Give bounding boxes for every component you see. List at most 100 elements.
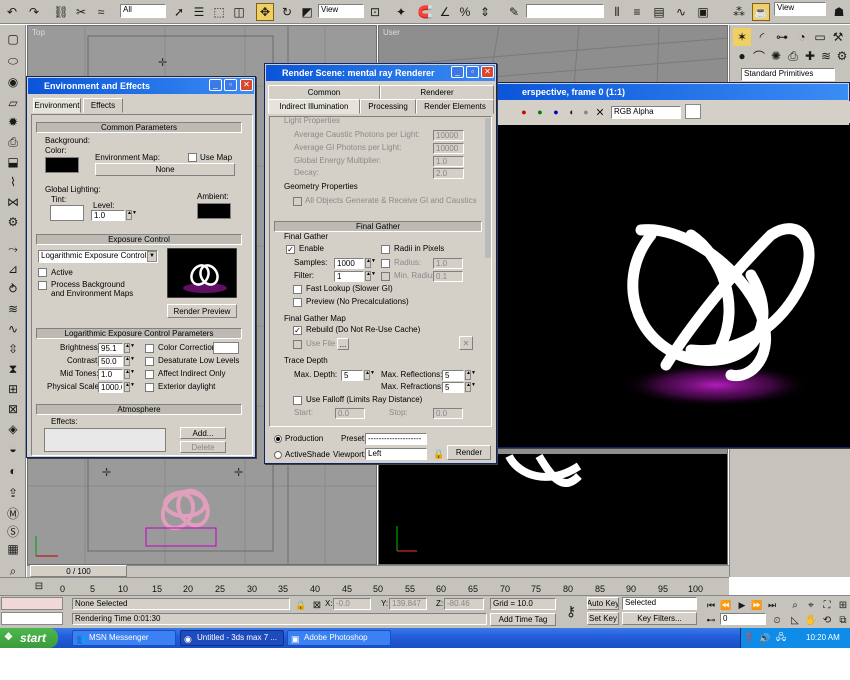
process-bg-checkbox[interactable] xyxy=(38,281,47,290)
key-mode-dropdown[interactable]: Selected xyxy=(622,597,697,610)
region-select-icon[interactable]: ⬚ xyxy=(210,3,228,21)
rollout-atmosphere[interactable]: Atmosphere xyxy=(36,404,242,415)
add-time-tag-button[interactable]: Add Time Tag xyxy=(490,613,556,626)
production-radio[interactable] xyxy=(274,435,282,443)
percent-snap-icon[interactable]: % xyxy=(456,3,474,21)
undo-icon[interactable]: ↶ xyxy=(3,3,21,21)
time-slider[interactable]: 0 / 100 xyxy=(30,565,127,577)
select-link-icon[interactable]: ⛓ xyxy=(52,3,70,21)
utilities-tab-icon[interactable]: ⚒ xyxy=(829,28,847,46)
min-radius-checkbox[interactable] xyxy=(381,272,390,281)
close-button[interactable]: ✕ xyxy=(240,79,253,91)
mirror-icon[interactable]: ⫴ xyxy=(608,3,626,21)
cameras-icon[interactable]: ⎙ xyxy=(784,47,802,65)
bind-spacewarp-icon[interactable]: ≈ xyxy=(92,3,110,21)
modify-tab-icon[interactable]: ◜ xyxy=(753,28,771,46)
lock-icon[interactable]: 🔒 xyxy=(430,445,448,463)
modifier-stretch-icon[interactable]: ⇳ xyxy=(4,340,22,358)
desaturate-checkbox[interactable] xyxy=(145,357,154,366)
render-scene-window[interactable]: Render Scene: mental ray Renderer _ ▫ ✕ … xyxy=(264,63,497,464)
render-type-dropdown[interactable]: View xyxy=(774,2,826,16)
fast-lookup-checkbox[interactable] xyxy=(293,285,302,294)
radii-pixels-checkbox[interactable] xyxy=(381,245,390,254)
network-icon[interactable]: 🖧 xyxy=(772,629,790,647)
max-refractions-field[interactable]: 5 xyxy=(442,382,464,393)
midtones-spinner[interactable]: ▲▼ xyxy=(124,369,135,379)
render-minimize-button[interactable]: _ xyxy=(451,66,464,78)
select-by-name-icon[interactable]: ☰ xyxy=(190,3,208,21)
color-correction-swatch[interactable] xyxy=(213,342,239,354)
geometry-icon[interactable]: ● xyxy=(733,47,751,65)
schematic-icon[interactable]: ▣ xyxy=(694,3,712,21)
modifier-twist-icon[interactable]: ⥁ xyxy=(4,280,22,298)
max-depth-spinner[interactable]: ▲▼ xyxy=(364,370,375,380)
create-sphere-icon[interactable]: ◉ xyxy=(4,73,22,91)
snap-icon[interactable]: 🧲 xyxy=(416,3,434,21)
color-swatch[interactable] xyxy=(685,104,701,119)
modifier-lattice-icon[interactable]: ⊠ xyxy=(4,400,22,418)
physical-scale-spinner[interactable]: ▲▼ xyxy=(124,382,135,392)
create-system-icon[interactable]: ⚙ xyxy=(4,213,22,231)
contrast-field[interactable]: 50.0 xyxy=(98,356,123,367)
samples-field[interactable]: 1000 xyxy=(334,258,364,269)
auto-key-button[interactable]: Auto Key xyxy=(587,597,619,610)
modifier-meshsmooth-icon[interactable]: Ⓜ xyxy=(4,504,22,522)
color-correction-checkbox[interactable] xyxy=(145,344,154,353)
rotate-icon[interactable]: ↻ xyxy=(278,3,296,21)
tab-common[interactable]: Common xyxy=(268,85,380,100)
minimize-button[interactable]: _ xyxy=(209,79,222,91)
exterior-daylight-checkbox[interactable] xyxy=(145,383,154,392)
rendered-frame-window[interactable]: erspective, frame 0 (1:1) ● ● ● ◐ ● ✕ RG… xyxy=(490,82,850,448)
energy-field[interactable]: 1.0 xyxy=(433,156,464,167)
modifier-taper-icon[interactable]: ⊿ xyxy=(4,260,22,278)
angle-snap-icon[interactable]: ∠ xyxy=(436,3,454,21)
radius-checkbox[interactable] xyxy=(381,259,390,268)
tab-environment[interactable]: Environment xyxy=(33,98,81,113)
brightness-spinner[interactable]: ▲▼ xyxy=(124,343,135,353)
maximize-viewport-icon[interactable]: ⧉ xyxy=(834,611,850,629)
use-file-checkbox[interactable] xyxy=(293,340,302,349)
render-scene-icon[interactable]: ☕ xyxy=(752,3,770,21)
move-icon[interactable]: ✥ xyxy=(256,3,274,21)
tab-indirect-illumination[interactable]: Indirect Illumination xyxy=(268,99,360,114)
render-close-button[interactable]: ✕ xyxy=(481,66,494,78)
effects-list[interactable] xyxy=(44,428,166,452)
selection-filter-dropdown[interactable]: All xyxy=(120,4,166,18)
create-spacewarp-icon[interactable]: ⋈ xyxy=(4,193,22,211)
tab-effects[interactable]: Effects xyxy=(83,98,123,113)
time-config-icon[interactable]: ⏲ xyxy=(768,611,786,629)
tab-render-elements[interactable]: Render Elements xyxy=(416,99,494,114)
unlink-icon[interactable]: ✂ xyxy=(72,3,90,21)
pivot-icon[interactable]: ⊡ xyxy=(366,3,384,21)
scale-icon[interactable]: ◩ xyxy=(298,3,316,21)
maxscript-icon[interactable]: ▦ xyxy=(4,540,22,558)
create-plane-icon[interactable]: ▱ xyxy=(4,94,22,112)
systems-icon[interactable]: ⚙ xyxy=(833,47,850,65)
max-reflections-spinner[interactable]: ▲▼ xyxy=(465,370,476,380)
create-box-icon[interactable]: ▢ xyxy=(4,30,22,48)
preset-dropdown[interactable]: -------------------- xyxy=(365,433,427,445)
modifier-bend-icon[interactable]: ⤳ xyxy=(4,240,22,258)
clear-icon[interactable]: ✕ xyxy=(591,103,609,121)
brightness-field[interactable]: 95.1 xyxy=(98,343,123,354)
tab-processing[interactable]: Processing xyxy=(360,99,416,114)
set-key-button[interactable]: Set Key xyxy=(587,612,619,625)
use-falloff-checkbox[interactable] xyxy=(293,396,302,405)
named-selection-sets[interactable] xyxy=(526,4,604,18)
rebuild-checkbox[interactable]: ✓ xyxy=(293,326,302,335)
hierarchy-tab-icon[interactable]: ⊶ xyxy=(773,28,791,46)
lights-icon[interactable]: ✺ xyxy=(767,47,785,65)
rollout-exposure-control[interactable]: Exposure Control xyxy=(36,234,242,245)
browse-file-button[interactable]: ... xyxy=(337,338,349,350)
create-tab-icon[interactable]: ✶ xyxy=(733,28,751,46)
rollout-common-parameters[interactable]: Common Parameters xyxy=(36,122,242,133)
add-effect-button[interactable]: Add... xyxy=(180,427,226,439)
viewport-dropdown[interactable]: Left xyxy=(365,448,427,460)
level-field[interactable]: 1.0 xyxy=(91,210,125,221)
clear-file-button[interactable]: ✕ xyxy=(459,336,473,350)
modifier-lathe-icon[interactable]: ◐ xyxy=(4,462,22,480)
taskbar-item-3dsmax[interactable]: ◉ Untitled - 3ds max 7 ... xyxy=(180,630,284,646)
delete-effect-button[interactable]: Delete xyxy=(180,441,226,453)
taskbar-item-photoshop[interactable]: ▣ Adobe Photoshop xyxy=(287,630,391,646)
exposure-type-dropdown[interactable]: Logarithmic Exposure Control xyxy=(38,250,158,263)
